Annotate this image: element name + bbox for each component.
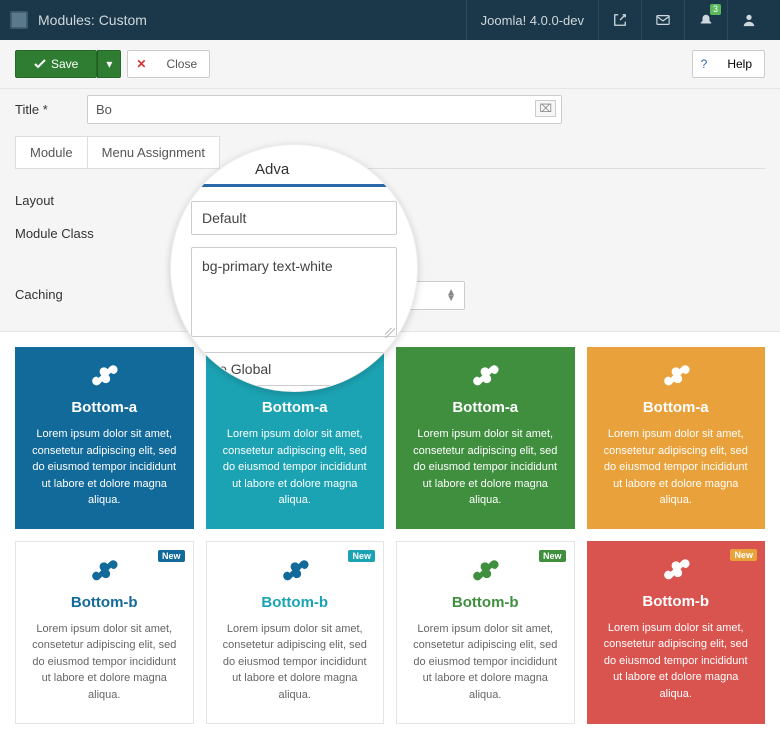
close-x-button[interactable]: ✕ bbox=[127, 50, 154, 78]
card-text: Lorem ipsum dolor sit amet, consetetur a… bbox=[30, 621, 179, 704]
joomla-icon bbox=[411, 558, 560, 586]
tabs: Module Menu Assignment bbox=[15, 136, 765, 169]
top-navbar: Modules: Custom Joomla! 4.0.0-dev 3 bbox=[0, 0, 780, 40]
joomla-icon bbox=[30, 558, 179, 586]
user-icon[interactable] bbox=[727, 0, 770, 40]
bell-icon[interactable]: 3 bbox=[684, 0, 727, 40]
card-bottom-b-3: New Bottom-b Lorem ipsum dolor sit amet,… bbox=[396, 541, 575, 725]
card-bottom-b-4: New Bottom-b Lorem ipsum dolor sit amet,… bbox=[587, 541, 766, 725]
card-title: Bottom-b bbox=[601, 593, 752, 610]
layout-label: Layout bbox=[15, 187, 185, 208]
title-field-label: Title * bbox=[15, 102, 75, 117]
resize-handle-icon[interactable] bbox=[385, 328, 395, 338]
new-badge: New bbox=[158, 550, 185, 562]
mag-module-class-input[interactable]: bg-primary text-white bbox=[191, 247, 397, 337]
card-title: Bottom-a bbox=[220, 399, 371, 416]
card-bottom-a-3: Bottom-a Lorem ipsum dolor sit amet, con… bbox=[396, 347, 575, 529]
card-text: Lorem ipsum dolor sit amet, consetetur a… bbox=[29, 426, 180, 509]
brand: Modules: Custom bbox=[10, 11, 466, 29]
external-link-icon[interactable] bbox=[598, 0, 641, 40]
card-bottom-b-2: New Bottom-b Lorem ipsum dolor sit amet,… bbox=[206, 541, 385, 725]
card-text: Lorem ipsum dolor sit amet, consetetur a… bbox=[601, 426, 752, 509]
card-text: Lorem ipsum dolor sit amet, consetetur a… bbox=[601, 620, 752, 703]
card-bottom-a-1: Bottom-a Lorem ipsum dolor sit amet, con… bbox=[15, 347, 194, 529]
new-badge: New bbox=[730, 549, 757, 561]
help-icon[interactable]: ? bbox=[692, 50, 716, 78]
card-text: Lorem ipsum dolor sit amet, consetetur a… bbox=[221, 621, 370, 704]
save-button-label: Save bbox=[51, 57, 78, 71]
joomla-cube-icon bbox=[10, 11, 28, 29]
close-button[interactable]: Close bbox=[154, 50, 210, 78]
card-title: Bottom-b bbox=[221, 594, 370, 611]
save-button[interactable]: Save bbox=[15, 50, 97, 78]
form-area: Title * ⌧ Module Menu Assignment Layout … bbox=[0, 89, 780, 332]
card-text: Lorem ipsum dolor sit amet, consetetur a… bbox=[220, 426, 371, 509]
module-class-label: Module Class bbox=[15, 220, 185, 241]
joomla-icon bbox=[221, 558, 370, 586]
card-title: Bottom-a bbox=[601, 399, 752, 416]
card-title: Bottom-b bbox=[411, 594, 560, 611]
card-text: Lorem ipsum dolor sit amet, consetetur a… bbox=[411, 621, 560, 704]
tab-menu-assignment[interactable]: Menu Assignment bbox=[87, 136, 220, 168]
card-text: Lorem ipsum dolor sit amet, consetetur a… bbox=[410, 426, 561, 509]
help-button[interactable]: Help bbox=[715, 50, 765, 78]
version-label: Joomla! 4.0.0-dev bbox=[466, 0, 598, 40]
card-title: Bottom-a bbox=[410, 399, 561, 416]
card-bottom-a-4: Bottom-a Lorem ipsum dolor sit amet, con… bbox=[587, 347, 766, 529]
caching-label: Caching bbox=[15, 281, 185, 302]
joomla-icon bbox=[601, 557, 752, 585]
title-clear-icon[interactable]: ⌧ bbox=[535, 100, 556, 117]
magnified-view: Adva Default bg-primary text-white Use G… bbox=[170, 144, 418, 392]
notification-badge: 3 bbox=[710, 4, 721, 15]
save-dropdown-button[interactable]: ▾ bbox=[97, 50, 121, 78]
toolbar-area: Save ▾ ✕ Close ? Help bbox=[0, 40, 780, 89]
new-badge: New bbox=[539, 550, 566, 562]
tab-module[interactable]: Module bbox=[15, 136, 88, 168]
page-title: Modules: Custom bbox=[38, 12, 147, 28]
mail-icon[interactable] bbox=[641, 0, 684, 40]
card-bottom-b-1: New Bottom-b Lorem ipsum dolor sit amet,… bbox=[15, 541, 194, 725]
select-arrows-icon: ▲▼ bbox=[446, 290, 456, 302]
card-title: Bottom-a bbox=[29, 399, 180, 416]
joomla-icon bbox=[601, 363, 752, 391]
joomla-icon bbox=[410, 363, 561, 391]
new-badge: New bbox=[348, 550, 375, 562]
joomla-icon bbox=[29, 363, 180, 391]
title-input[interactable] bbox=[87, 95, 562, 124]
mag-layout-select[interactable]: Default bbox=[191, 201, 397, 235]
card-title: Bottom-b bbox=[30, 594, 179, 611]
module-preview-grid: Bottom-a Lorem ipsum dolor sit amet, con… bbox=[0, 332, 780, 739]
